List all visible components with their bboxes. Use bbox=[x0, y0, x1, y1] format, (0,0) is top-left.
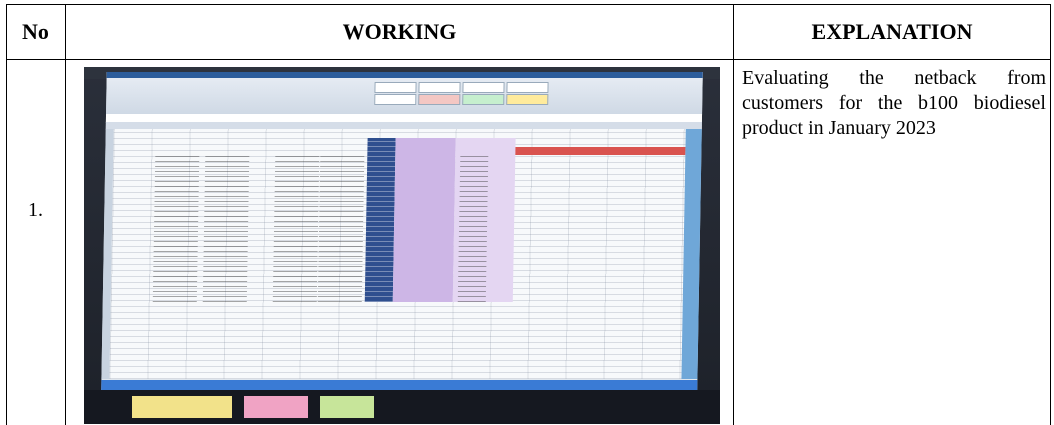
cell-style-bad bbox=[418, 94, 461, 105]
sticky-note bbox=[132, 396, 232, 418]
cell-style-neutral bbox=[506, 94, 549, 105]
sheet-text-column bbox=[457, 156, 489, 302]
table-border-col1 bbox=[65, 4, 66, 425]
row-explanation: Evaluating the netback from customers fo… bbox=[742, 66, 1046, 141]
spreadsheet-photo bbox=[84, 67, 720, 424]
cell-style-box bbox=[374, 94, 417, 105]
cell-style-box bbox=[374, 82, 417, 93]
explanation-text: Evaluating the netback from customers fo… bbox=[742, 67, 1046, 139]
cell-style-box bbox=[506, 82, 549, 93]
ribbon-title-bar bbox=[106, 72, 703, 78]
excel-ribbon bbox=[106, 72, 703, 115]
sheet-text-column bbox=[317, 156, 365, 302]
header-working: WORKING bbox=[342, 18, 457, 44]
sheet-text-column bbox=[152, 156, 200, 302]
monitor-screen bbox=[101, 72, 703, 390]
cell-style-good bbox=[462, 94, 505, 105]
sticky-note bbox=[244, 396, 308, 418]
red-header-band bbox=[515, 147, 686, 155]
sheet-text-column bbox=[272, 156, 320, 302]
header-no: No bbox=[22, 18, 49, 44]
sheet-text-column bbox=[202, 156, 250, 302]
table-border-right bbox=[1050, 4, 1051, 425]
row-number: 1. bbox=[28, 199, 43, 221]
cell-style-box bbox=[462, 82, 505, 93]
highlight-column-purple bbox=[392, 138, 456, 302]
table-border-col2 bbox=[733, 4, 734, 425]
document-table: No WORKING EXPLANATION 1. Evaluating the… bbox=[6, 4, 1051, 425]
header-explanation: EXPLANATION bbox=[811, 18, 973, 44]
cell-style-box bbox=[418, 82, 461, 93]
highlight-column-lines bbox=[364, 138, 396, 302]
sticky-note bbox=[320, 396, 374, 418]
table-header-divider bbox=[6, 59, 1051, 60]
right-color-strip bbox=[681, 129, 702, 379]
taskbar bbox=[101, 380, 698, 390]
